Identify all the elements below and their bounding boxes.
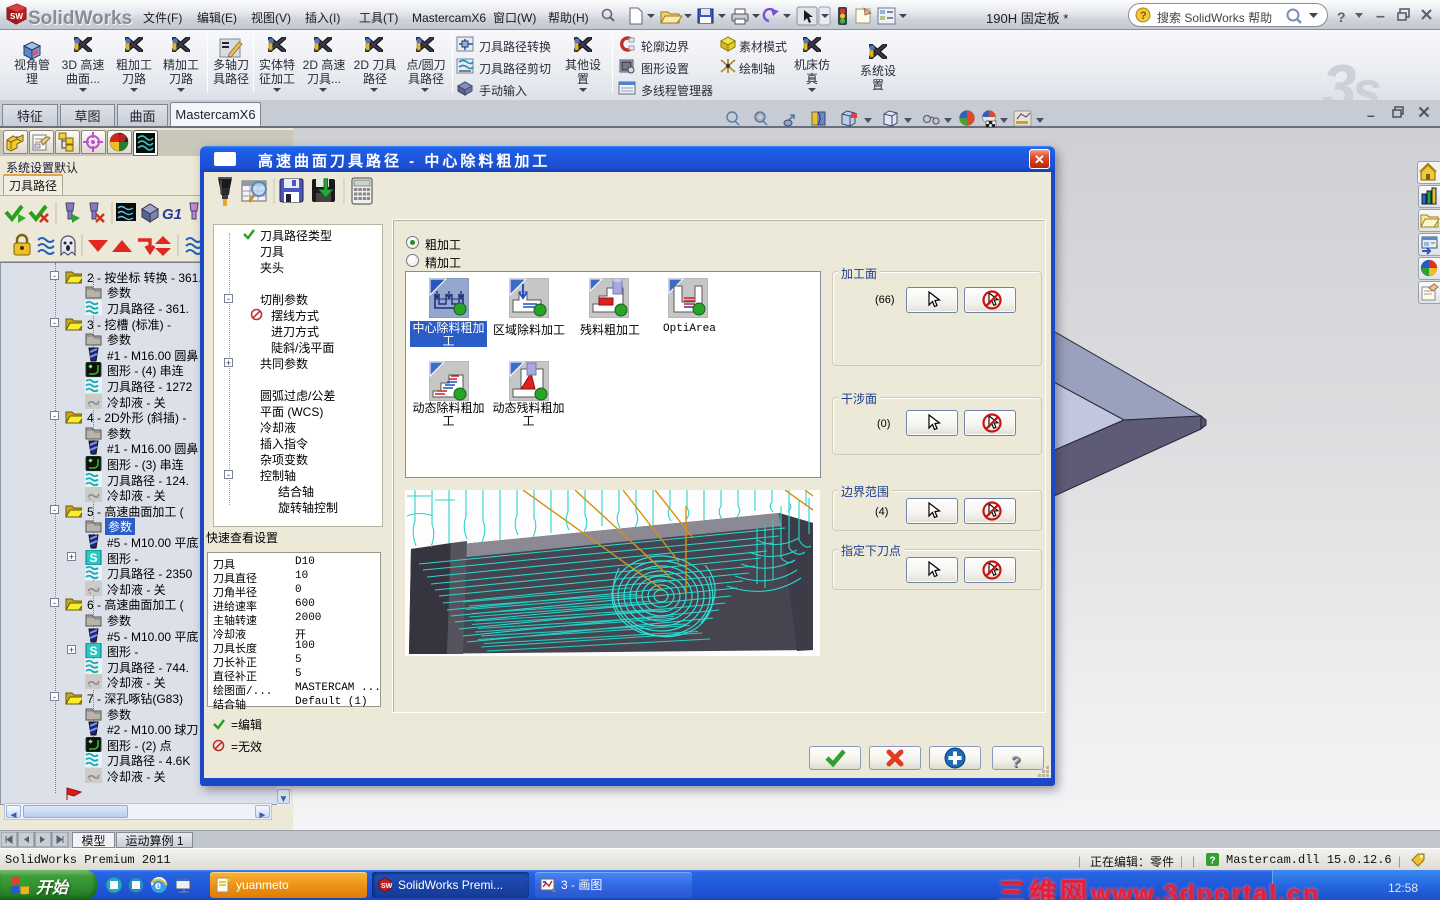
svg-text:SW: SW <box>381 881 393 891</box>
svg-text:?: ? <box>1140 7 1147 23</box>
svg-text:SW: SW <box>10 11 23 22</box>
svg-text:G1: G1 <box>162 203 182 224</box>
svg-text:?: ? <box>1210 853 1216 867</box>
svg-text:e: e <box>155 877 161 893</box>
